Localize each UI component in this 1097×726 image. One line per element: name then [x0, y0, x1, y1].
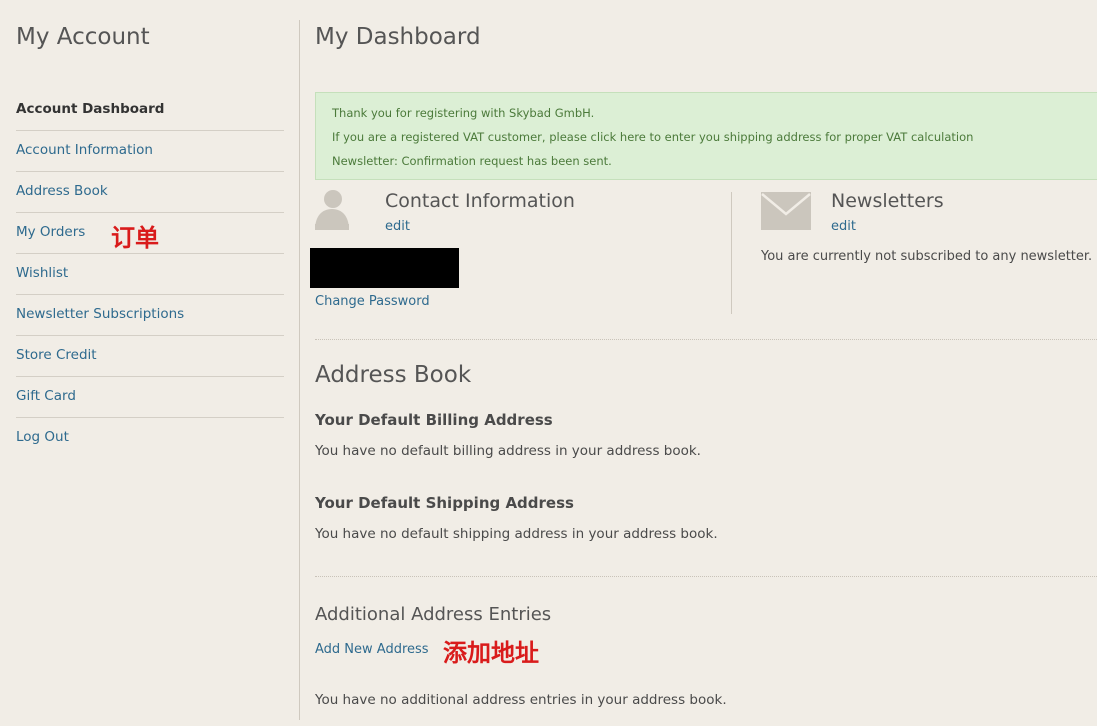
sidebar-item-account-dashboard[interactable]: Account Dashboard: [16, 90, 284, 131]
user-icon: [315, 190, 349, 230]
newsletter-status-text: You are currently not subscribed to any …: [761, 249, 1093, 264]
default-shipping-text: You have no default shipping address in …: [315, 526, 718, 542]
section-divider: [315, 339, 1097, 340]
sidebar-item-log-out[interactable]: Log Out: [16, 418, 284, 458]
message-newsletter: Newsletter: Confirmation request has bee…: [332, 154, 612, 168]
change-password-link[interactable]: Change Password: [315, 294, 430, 309]
sidebar-item-account-information[interactable]: Account Information: [16, 131, 284, 172]
additional-entries-text: You have no additional address entries i…: [315, 692, 727, 708]
default-billing-text: You have no default billing address in y…: [315, 443, 701, 459]
default-billing-title: Your Default Billing Address: [315, 411, 553, 429]
contact-information-title: Contact Information: [385, 190, 575, 212]
additional-entries-title: Additional Address Entries: [315, 604, 552, 625]
sidebar-title: My Account: [16, 24, 150, 50]
message-vat[interactable]: If you are a registered VAT customer, pl…: [332, 125, 1097, 149]
add-new-address-link[interactable]: Add New Address: [315, 642, 429, 657]
sidebar-item-store-credit[interactable]: Store Credit: [16, 336, 284, 377]
sidebar-item-address-book[interactable]: Address Book: [16, 172, 284, 213]
sidebar-nav: Account Dashboard Account Information Ad…: [16, 90, 284, 458]
mail-icon: [761, 192, 811, 230]
contact-edit-link[interactable]: edit: [385, 219, 410, 234]
page-title: My Dashboard: [315, 24, 481, 50]
newsletters-edit-link[interactable]: edit: [831, 219, 856, 234]
address-book-title: Address Book: [315, 362, 472, 388]
annotation-add-address: 添加地址: [443, 638, 539, 667]
redacted-contact-details: [310, 248, 459, 288]
sidebar-item-newsletter-subscriptions[interactable]: Newsletter Subscriptions: [16, 295, 284, 336]
sidebar-divider: [299, 20, 300, 720]
success-message-box: Thank you for registering with Skybad Gm…: [315, 92, 1097, 180]
section-divider: [315, 576, 1097, 577]
column-divider: [731, 192, 732, 314]
default-shipping-title: Your Default Shipping Address: [315, 494, 574, 512]
newsletters-title: Newsletters: [831, 190, 944, 212]
sidebar-item-gift-card[interactable]: Gift Card: [16, 377, 284, 418]
annotation-orders: 订单: [111, 223, 159, 252]
sidebar-item-wishlist[interactable]: Wishlist: [16, 254, 284, 295]
message-registration: Thank you for registering with Skybad Gm…: [332, 106, 595, 120]
